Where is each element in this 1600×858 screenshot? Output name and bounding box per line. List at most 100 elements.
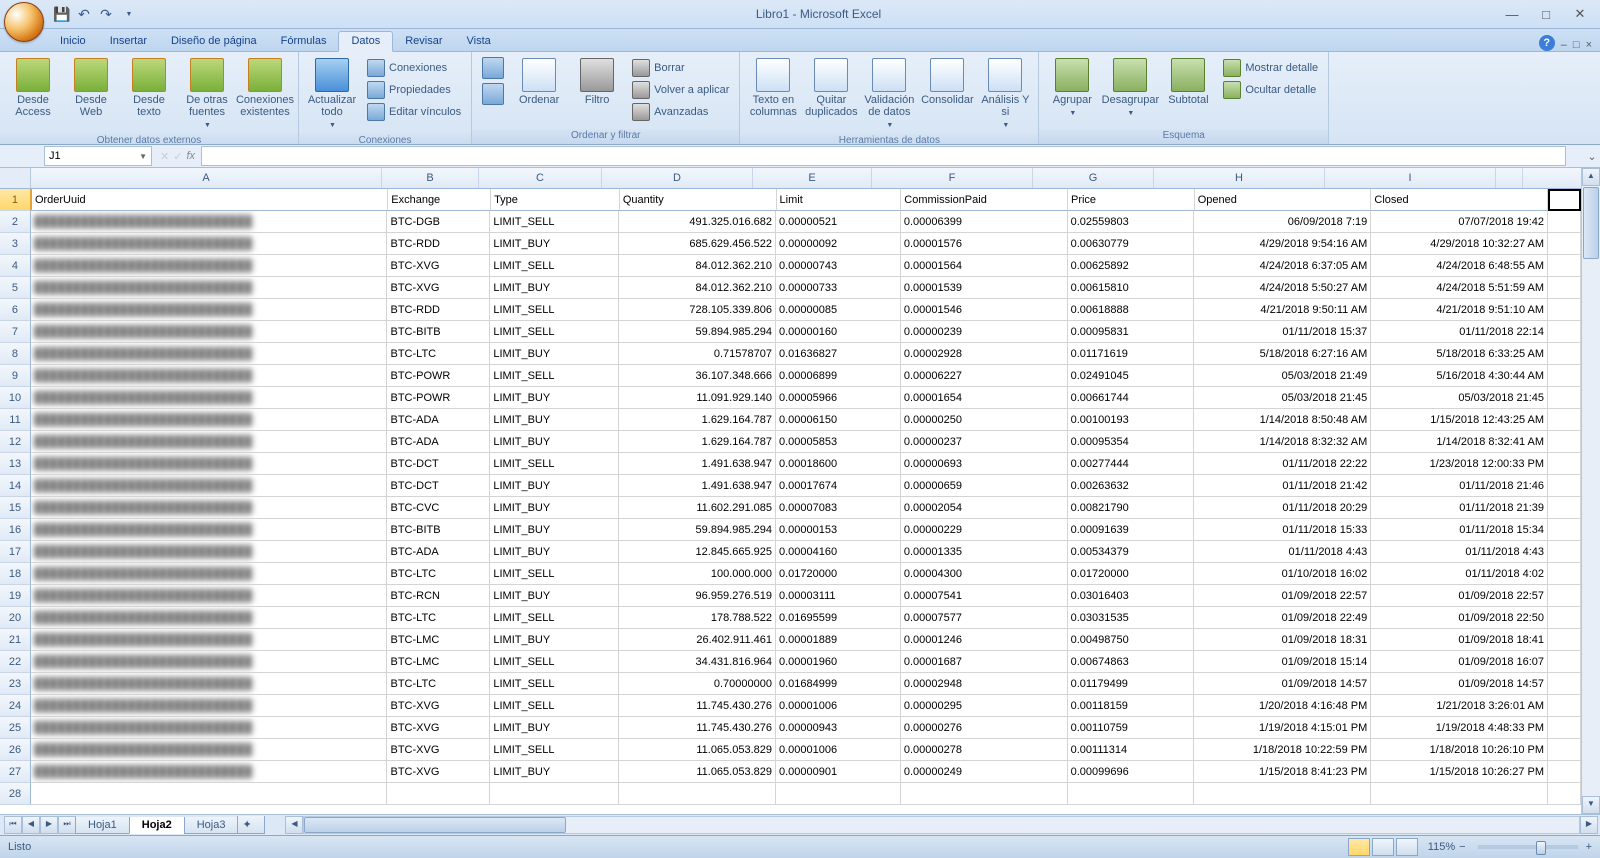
cell[interactable]: 0.71578707 — [619, 343, 776, 365]
cell[interactable]: 0.00110759 — [1068, 717, 1195, 739]
cell[interactable]: BTC-DGB — [387, 211, 490, 233]
cell[interactable]: LIMIT_BUY — [490, 761, 619, 783]
cell[interactable]: 0.00091639 — [1068, 519, 1195, 541]
column-header-G[interactable]: G — [1033, 168, 1154, 188]
cell[interactable]: 06/09/2018 7:19 — [1194, 211, 1371, 233]
cell[interactable]: 01/11/2018 21:46 — [1371, 475, 1548, 497]
hscroll-thumb[interactable] — [304, 817, 566, 833]
cell[interactable]: 4/29/2018 9:54:16 AM — [1194, 233, 1371, 255]
row-header[interactable]: 15 — [0, 497, 31, 519]
cell[interactable]: 0.00625892 — [1068, 255, 1195, 277]
cell[interactable]: BTC-RCN — [387, 585, 490, 607]
cell[interactable]: 0.01720000 — [776, 563, 901, 585]
row-header[interactable]: 16 — [0, 519, 31, 541]
cell[interactable]: ████████████████████████████ — [31, 211, 388, 233]
formula-bar[interactable] — [201, 146, 1566, 166]
scroll-down-icon[interactable]: ▼ — [1582, 796, 1600, 814]
cell[interactable]: 34.431.816.964 — [619, 651, 776, 673]
cell[interactable]: 1.491.638.947 — [619, 475, 776, 497]
cell[interactable]: LIMIT_BUY — [490, 629, 619, 651]
cell[interactable]: 01/11/2018 15:34 — [1371, 519, 1548, 541]
tab-diseno[interactable]: Diseño de página — [159, 32, 269, 51]
cell[interactable]: BTC-CVC — [387, 497, 490, 519]
cell[interactable]: 11.091.929.140 — [619, 387, 776, 409]
remove-duplicates-button[interactable]: Quitar duplicados — [804, 56, 858, 120]
maximize-button[interactable]: □ — [1534, 7, 1558, 22]
cell[interactable]: LIMIT_BUY — [490, 343, 619, 365]
cell[interactable]: ████████████████████████████ — [31, 321, 388, 343]
cell[interactable]: 0.00001576 — [901, 233, 1068, 255]
row-header[interactable]: 24 — [0, 695, 31, 717]
row-header[interactable]: 7 — [0, 321, 31, 343]
cell[interactable]: 0.00005966 — [776, 387, 901, 409]
cell[interactable]: 0.00000239 — [901, 321, 1068, 343]
cell[interactable]: 0.03031535 — [1068, 607, 1195, 629]
cell[interactable]: BTC-POWR — [387, 365, 490, 387]
column-header-C[interactable]: C — [479, 168, 602, 188]
cell[interactable] — [1548, 255, 1581, 277]
row-header[interactable]: 23 — [0, 673, 31, 695]
cell[interactable]: 59.894.985.294 — [619, 321, 776, 343]
cell[interactable]: ████████████████████████████ — [31, 387, 388, 409]
cell[interactable]: 1/14/2018 8:50:48 AM — [1194, 409, 1371, 431]
row-header[interactable]: 17 — [0, 541, 31, 563]
cell[interactable]: 84.012.362.210 — [619, 255, 776, 277]
cell[interactable]: 11.745.430.276 — [619, 717, 776, 739]
cell[interactable]: 1/21/2018 3:26:01 AM — [1371, 695, 1548, 717]
cell[interactable]: 01/09/2018 14:57 — [1194, 673, 1371, 695]
cell[interactable]: 0.00000229 — [901, 519, 1068, 541]
cell[interactable]: BTC-LTC — [387, 563, 490, 585]
group-button[interactable]: Agrupar▼ — [1045, 56, 1099, 122]
zoom-in-button[interactable]: + — [1586, 841, 1592, 853]
cell[interactable]: ████████████████████████████ — [31, 497, 388, 519]
cell[interactable]: LIMIT_SELL — [490, 211, 619, 233]
cell[interactable] — [1548, 695, 1581, 717]
cell[interactable]: BTC-POWR — [387, 387, 490, 409]
cell[interactable]: BTC-LTC — [387, 343, 490, 365]
cell[interactable] — [1548, 541, 1581, 563]
sort-asc-button[interactable] — [478, 56, 508, 80]
tab-datos[interactable]: Datos — [338, 31, 393, 52]
cell[interactable]: 4/24/2018 5:50:27 AM — [1194, 277, 1371, 299]
cell[interactable]: 0.03016403 — [1068, 585, 1195, 607]
cell[interactable] — [1548, 431, 1581, 453]
cell[interactable]: 0.00618888 — [1068, 299, 1195, 321]
redo-icon[interactable]: ↷ — [98, 6, 114, 22]
cell[interactable]: 685.629.456.522 — [619, 233, 776, 255]
cell[interactable]: 0.00000693 — [901, 453, 1068, 475]
what-if-button[interactable]: Análisis Y si▼ — [978, 56, 1032, 134]
scroll-up-icon[interactable]: ▲ — [1582, 168, 1600, 186]
cell[interactable]: 4/24/2018 5:51:59 AM — [1371, 277, 1548, 299]
cell[interactable]: BTC-XVG — [387, 761, 490, 783]
row-header[interactable]: 22 — [0, 651, 31, 673]
cell[interactable]: BTC-XVG — [387, 739, 490, 761]
cell[interactable] — [1548, 365, 1581, 387]
tab-nav-next-icon[interactable]: ▶ — [40, 816, 58, 834]
qat-dropdown-icon[interactable]: ▼ — [121, 6, 137, 22]
cell[interactable]: 1/19/2018 4:48:33 PM — [1371, 717, 1548, 739]
cell[interactable]: 5/18/2018 6:33:25 AM — [1371, 343, 1548, 365]
cell[interactable]: 26.402.911.461 — [619, 629, 776, 651]
cell[interactable]: LIMIT_SELL — [490, 453, 619, 475]
cell[interactable]: BTC-BITB — [387, 321, 490, 343]
cell[interactable]: 05/03/2018 21:45 — [1371, 387, 1548, 409]
new-sheet-button[interactable]: ✦ — [237, 816, 265, 834]
cell[interactable]: 4/21/2018 9:51:10 AM — [1371, 299, 1548, 321]
cell[interactable]: 11.065.053.829 — [619, 739, 776, 761]
data-validation-button[interactable]: Validación de datos▼ — [862, 56, 916, 134]
cell[interactable] — [1548, 563, 1581, 585]
cell[interactable]: 0.00000659 — [901, 475, 1068, 497]
cell[interactable]: 1/20/2018 4:16:48 PM — [1194, 695, 1371, 717]
cell[interactable]: LIMIT_BUY — [490, 585, 619, 607]
cell[interactable]: 1/15/2018 8:41:23 PM — [1194, 761, 1371, 783]
zoom-out-button[interactable]: − — [1459, 841, 1465, 853]
cell[interactable]: ████████████████████████████ — [31, 277, 388, 299]
name-box[interactable]: J1▼ — [44, 146, 152, 166]
sheet-tab-hoja3[interactable]: Hoja3 — [184, 817, 239, 834]
cell[interactable]: 01/11/2018 22:22 — [1194, 453, 1371, 475]
subtotal-button[interactable]: Subtotal — [1161, 56, 1215, 108]
cell[interactable]: 1/18/2018 10:26:10 PM — [1371, 739, 1548, 761]
office-button[interactable] — [4, 2, 44, 42]
cell[interactable]: 0.00001539 — [901, 277, 1068, 299]
cell[interactable] — [1548, 277, 1581, 299]
